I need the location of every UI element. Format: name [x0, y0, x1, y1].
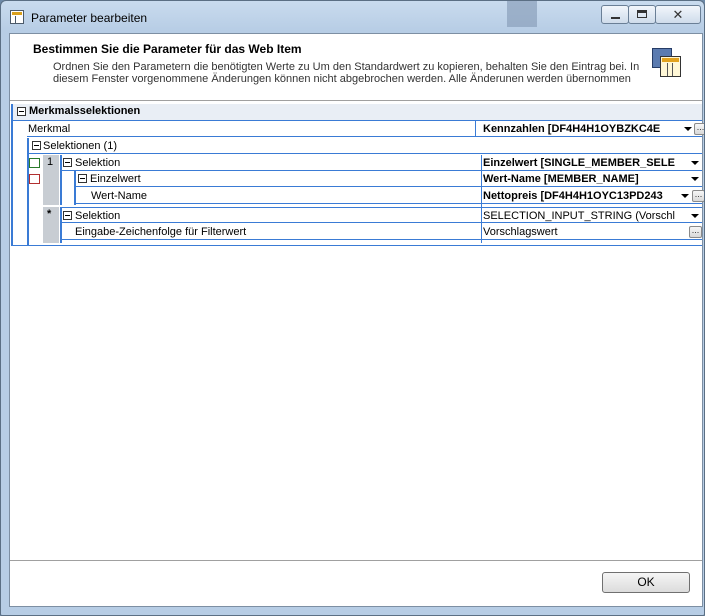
selektion-2-border — [60, 207, 62, 243]
einzelwert-label: Einzelwert — [90, 173, 141, 185]
eingabe-ellipsis-button[interactable]: ... — [689, 226, 702, 238]
header-title: Bestimmen Sie die Parameter für das Web … — [33, 42, 302, 56]
row-wert-name[interactable]: Wert-Name Nettopreis [DF4H4H1OYC13PD243 … — [76, 188, 704, 204]
row-number: 1 — [47, 156, 54, 168]
row-eingabe[interactable]: Eingabe-Zeichenfolge für Filterwert Vors… — [60, 224, 702, 240]
merkmal-label: Merkmal — [28, 123, 71, 135]
value-column-divider — [481, 155, 482, 243]
row-selektion-2[interactable]: Selektion SELECTION_INPUT_STRING (Vorsch… — [60, 207, 702, 223]
selektion-1-dropdown-icon[interactable] — [691, 161, 699, 165]
row-einzelwert[interactable]: Einzelwert Wert-Name [MEMBER_NAME] — [74, 171, 702, 187]
dialog-header: Bestimmen Sie die Parameter für das Web … — [10, 34, 702, 101]
section-merkmalsselektionen[interactable]: Merkmalsselektionen — [12, 104, 702, 121]
collapse-icon[interactable] — [32, 141, 41, 150]
selektion-2-dropdown-icon[interactable] — [691, 214, 699, 218]
selektion-1-value[interactable]: Einzelwert [SINGLE_MEMBER_SELE — [483, 156, 693, 170]
merkmal-value[interactable]: Kennzahlen [DF4H4H1OYBZKC4E — [483, 122, 683, 136]
merkmal-dropdown-icon[interactable] — [684, 127, 692, 131]
section-title: Merkmalsselektionen — [29, 105, 141, 117]
row-selektion-1[interactable]: Selektion Einzelwert [SINGLE_MEMBER_SELE — [60, 155, 702, 171]
eingabe-label: Eingabe-Zeichenfolge für Filterwert — [75, 226, 247, 238]
minimize-button[interactable] — [601, 5, 629, 24]
wert-name-label: Wert-Name — [91, 190, 148, 202]
einzelwert-value[interactable]: Wert-Name [MEMBER_NAME] — [483, 172, 693, 186]
wert-name-ellipsis-button[interactable]: ... — [692, 190, 704, 202]
header-description: Ordnen Sie den Parametern die benötigten… — [53, 61, 640, 85]
selektionen-label: Selektionen (1) — [43, 140, 117, 152]
selektionen-border — [27, 138, 29, 246]
row-edit-icon[interactable] — [29, 158, 40, 168]
section-border — [11, 104, 13, 246]
new-row-marker: * — [47, 208, 52, 220]
eingabe-value[interactable]: Vorschlagswert — [483, 225, 673, 239]
row-delete-icon[interactable] — [29, 174, 40, 184]
close-button[interactable]: ✕ — [655, 5, 701, 24]
column-divider — [475, 121, 476, 137]
selektion-2-label: Selektion — [75, 210, 121, 222]
app-icon — [10, 10, 24, 24]
footer-divider — [10, 560, 702, 561]
dialog-content: Bestimmen Sie die Parameter für das Web … — [9, 33, 704, 607]
close-icon: ✕ — [672, 7, 684, 22]
web-item-icon — [652, 48, 682, 78]
property-grid: Merkmalsselektionen Merkmal Kennzahlen [… — [10, 104, 704, 246]
row-merkmal[interactable]: Merkmal Kennzahlen [DF4H4H1OYBZKC4E ... — [27, 121, 704, 137]
wert-name-dropdown-icon[interactable] — [681, 194, 689, 198]
background-window-icon — [507, 1, 537, 27]
title-bar[interactable]: Parameter bearbeiten ✕ — [1, 1, 704, 33]
collapse-icon[interactable] — [63, 158, 72, 167]
window-title: Parameter bearbeiten — [31, 11, 148, 25]
collapse-icon[interactable] — [17, 107, 26, 116]
einzelwert-dropdown-icon[interactable] — [691, 177, 699, 181]
section-bottom-border — [11, 245, 702, 246]
collapse-icon[interactable] — [78, 174, 87, 183]
merkmal-ellipsis-button[interactable]: ... — [694, 123, 704, 135]
collapse-icon[interactable] — [63, 211, 72, 220]
selektion-border — [60, 155, 62, 205]
selektion-1-label: Selektion — [75, 157, 121, 169]
ok-button[interactable]: OK — [602, 572, 690, 593]
dialog-window: Parameter bearbeiten ✕ Bestimmen Sie die… — [0, 0, 705, 616]
selektion-2-value[interactable]: SELECTION_INPUT_STRING (Vorschl — [483, 209, 693, 223]
maximize-button[interactable] — [628, 5, 656, 24]
wert-name-value[interactable]: Nettopreis [DF4H4H1OYC13PD243 — [483, 189, 679, 203]
row-selektionen[interactable]: Selektionen (1) — [27, 138, 702, 154]
